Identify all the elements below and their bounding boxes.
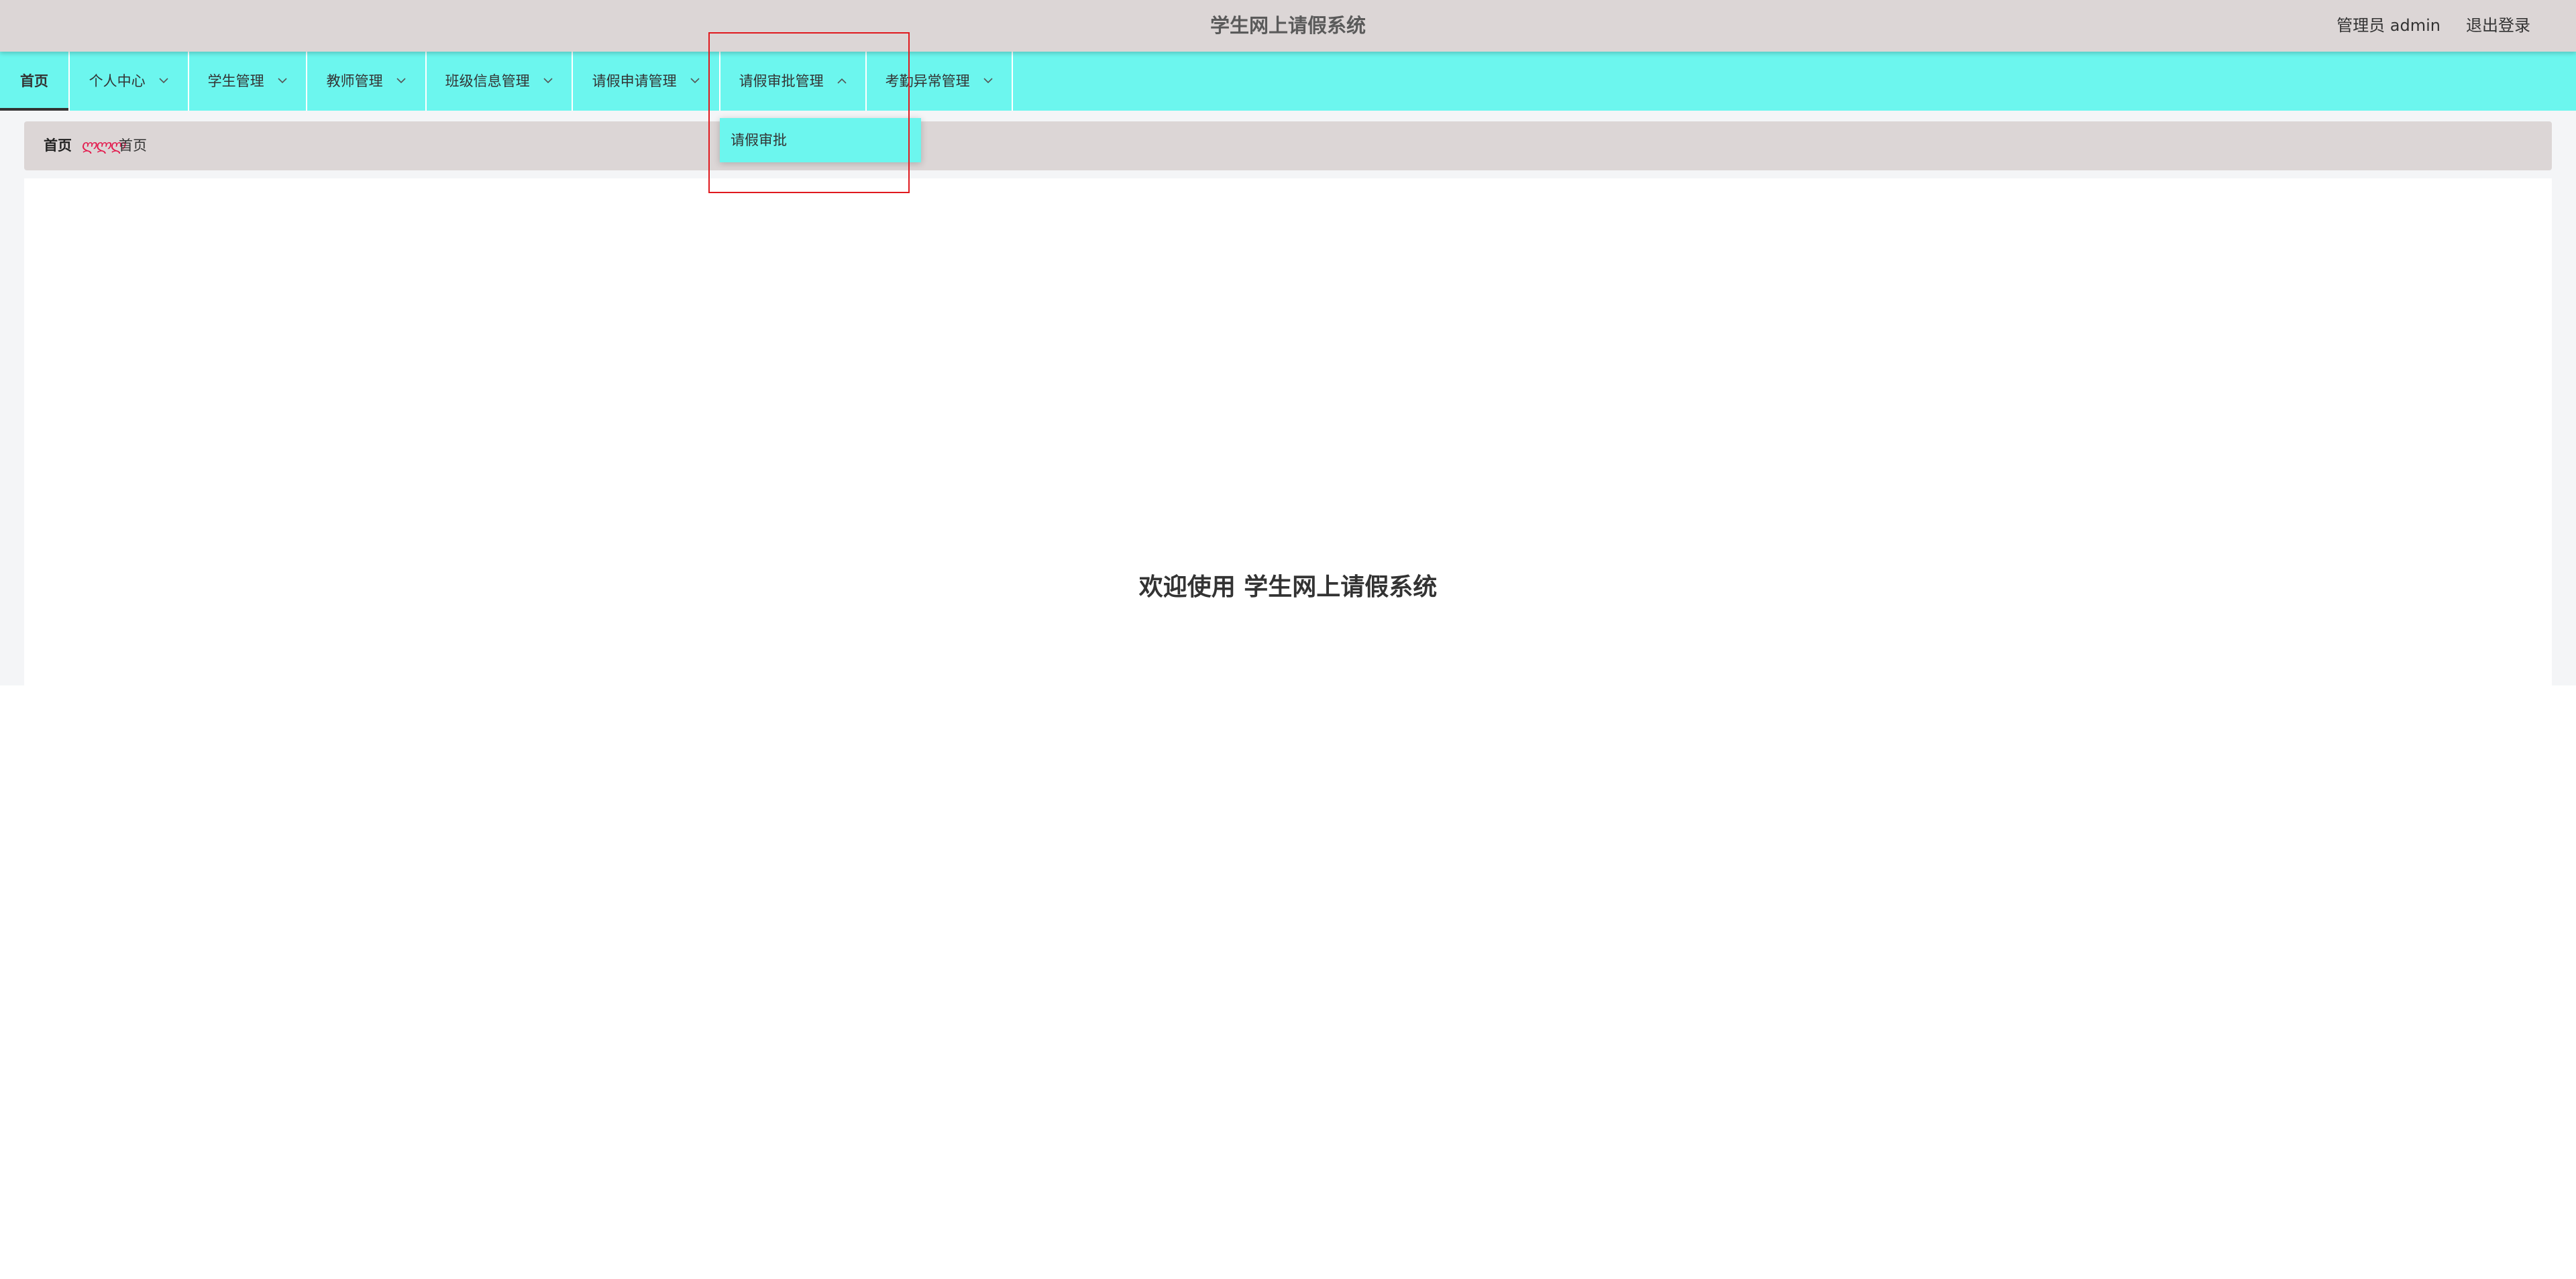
logout-button[interactable]: 退出登录 <box>2466 0 2530 52</box>
breadcrumb-current: 首页 <box>119 137 147 154</box>
nav-item-label: 请假审批管理 <box>739 73 824 89</box>
nav-item-label: 首页 <box>20 73 48 89</box>
user-info: 管理员 admin <box>2337 16 2440 35</box>
breadcrumb-home-link[interactable]: 首页 <box>44 121 72 170</box>
nav-item-label: 请假申请管理 <box>592 73 677 89</box>
nav-item-student-management[interactable]: 学生管理 <box>189 52 306 111</box>
nav-separator <box>1012 52 1013 111</box>
breadcrumb: 首页 ლლლ 首页 <box>24 121 2552 170</box>
chevron-down-icon <box>543 50 553 109</box>
chevron-down-icon <box>983 50 993 109</box>
nav-item-label: 教师管理 <box>326 73 383 89</box>
nav-item-personal-center[interactable]: 个人中心 <box>70 52 188 111</box>
breadcrumb-separator-icon: ლლლ <box>81 137 125 154</box>
nav-item-label: 班级信息管理 <box>445 73 530 89</box>
chevron-down-icon <box>278 50 287 109</box>
nav-item-teacher-management[interactable]: 教师管理 <box>307 52 425 111</box>
nav-item-label: 学生管理 <box>207 73 264 89</box>
nav-item-leave-approval-management[interactable]: 请假审批管理 <box>720 52 865 111</box>
nav-item-attendance-exception-management[interactable]: 考勤异常管理 <box>867 52 1012 111</box>
main-nav: 首页 个人中心 学生管理 教师管理 班级信息管理 请假申请管理 请假审批管理 考… <box>0 52 2576 111</box>
top-header: 学生网上请假系统 管理员 admin 退出登录 <box>0 0 2576 52</box>
nav-item-label: 考勤异常管理 <box>885 73 970 89</box>
nav-item-label: 个人中心 <box>89 73 146 89</box>
chevron-down-icon <box>159 50 168 109</box>
main-panel: 欢迎使用 学生网上请假系统 <box>24 178 2552 685</box>
dropdown-item-leave-approval[interactable]: 请假审批 <box>731 118 787 162</box>
welcome-heading: 欢迎使用 学生网上请假系统 <box>1138 573 1438 601</box>
app-title: 学生网上请假系统 <box>1210 14 1366 37</box>
chevron-down-icon <box>690 50 700 109</box>
chevron-down-icon <box>396 50 406 109</box>
leave-approval-dropdown: 请假审批 <box>720 118 921 162</box>
nav-item-class-info-management[interactable]: 班级信息管理 <box>427 52 572 111</box>
active-underline <box>0 108 68 111</box>
nav-item-home[interactable]: 首页 <box>0 52 68 111</box>
nav-item-leave-application-management[interactable]: 请假申请管理 <box>573 52 719 111</box>
chevron-up-icon <box>837 50 847 109</box>
